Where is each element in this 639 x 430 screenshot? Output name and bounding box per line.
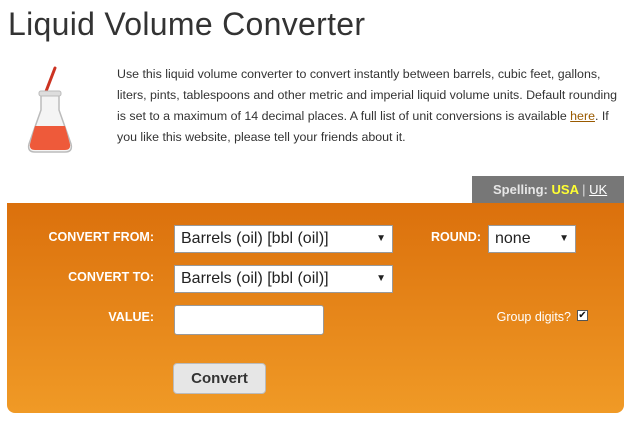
page: Liquid Volume Converter Use this liquid … bbox=[0, 0, 639, 430]
convert-to-label: CONVERT TO: bbox=[68, 270, 154, 284]
chevron-down-icon: ▼ bbox=[376, 233, 386, 244]
spelling-uk-link[interactable]: UK bbox=[589, 182, 607, 197]
convert-from-select[interactable]: Barrels (oil) [bbl (oil)] ▼ bbox=[174, 225, 393, 253]
spelling-label: Spelling: bbox=[493, 182, 548, 197]
spelling-usa-option[interactable]: USA bbox=[552, 182, 579, 197]
convert-button[interactable]: Convert bbox=[173, 363, 266, 394]
group-digits-checkbox[interactable]: ✔ bbox=[577, 310, 588, 321]
page-title: Liquid Volume Converter bbox=[8, 6, 366, 42]
group-digits-label: Group digits? bbox=[496, 310, 571, 324]
convert-to-select[interactable]: Barrels (oil) [bbl (oil)] ▼ bbox=[174, 265, 393, 293]
full-list-link[interactable]: here bbox=[570, 109, 595, 123]
round-select[interactable]: none ▼ bbox=[488, 225, 576, 253]
round-value: none bbox=[495, 230, 531, 247]
converter-panel: CONVERT FROM: Barrels (oil) [bbl (oil)] … bbox=[7, 203, 624, 413]
chevron-down-icon: ▼ bbox=[559, 233, 569, 244]
intro-text-part: Use this liquid volume converter to conv… bbox=[117, 67, 618, 123]
flask-icon bbox=[27, 66, 73, 153]
intro-text: Use this liquid volume converter to conv… bbox=[117, 64, 627, 148]
value-label: VALUE: bbox=[108, 310, 154, 324]
convert-to-value: Barrels (oil) [bbl (oil)] bbox=[181, 270, 329, 287]
value-input[interactable] bbox=[174, 305, 324, 335]
chevron-down-icon: ▼ bbox=[376, 273, 386, 284]
spelling-separator: | bbox=[582, 182, 586, 197]
convert-from-value: Barrels (oil) [bbl (oil)] bbox=[181, 230, 329, 247]
convert-from-label: CONVERT FROM: bbox=[48, 230, 154, 244]
round-label: ROUND: bbox=[431, 230, 481, 244]
spelling-bar: Spelling: USA | UK bbox=[472, 176, 624, 203]
check-icon: ✔ bbox=[578, 310, 587, 321]
